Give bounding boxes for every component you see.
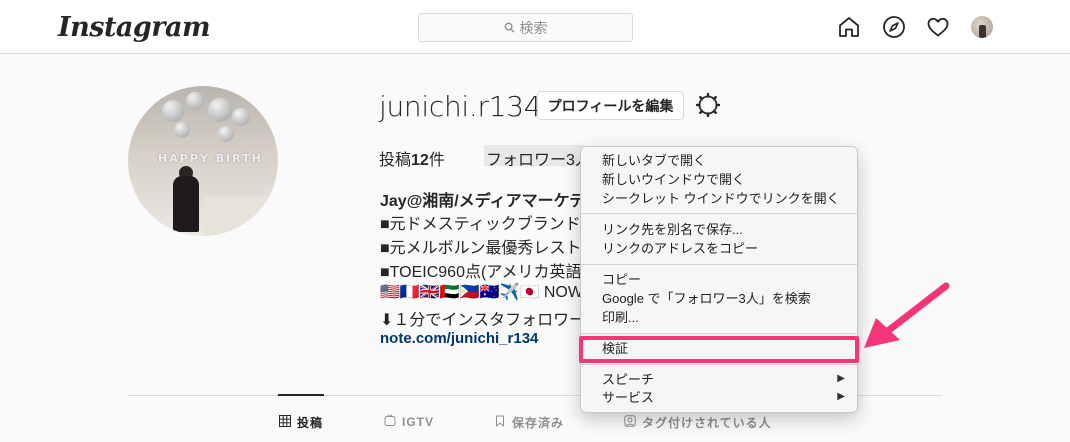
photo-bed (203, 196, 278, 236)
top-navigation-bar: Instagram 検索 (0, 0, 1070, 54)
menu-separator (581, 364, 857, 365)
balloon-decoration (174, 122, 190, 138)
bio-line: ⬇︎１分でインスタフォロワー (380, 312, 580, 329)
posts-label: 投稿 (379, 152, 412, 169)
menu-item-speech[interactable]: スピーチ (602, 370, 842, 389)
menu-separator (581, 213, 857, 214)
inspect-highlight-box (579, 336, 859, 363)
context-menu: 新しいタブで開く 新しいウインドウで開く シークレット ウインドウでリンクを開く… (580, 146, 858, 413)
grid-icon (279, 415, 291, 430)
bio-website-link[interactable]: note.com/junichi_r134 (380, 330, 538, 347)
menu-item-open-new-window[interactable]: 新しいウインドウで開く (602, 170, 745, 189)
tab-label: IGTV (402, 414, 435, 429)
search-placeholder: 検索 (519, 19, 548, 36)
menu-item-search-google[interactable]: Google で「フォロワー3人」を検索 (602, 289, 811, 308)
search-icon (504, 20, 515, 36)
menu-separator (581, 264, 857, 265)
home-icon[interactable] (837, 15, 861, 39)
menu-item-copy-link-address[interactable]: リンクのアドレスをコピー (602, 239, 758, 258)
active-tab-indicator (278, 394, 324, 396)
balloon-decoration (232, 108, 250, 126)
menu-item-open-incognito[interactable]: シークレット ウインドウでリンクを開く (602, 189, 840, 208)
menu-item-print[interactable]: 印刷... (602, 308, 639, 327)
photo-person (173, 176, 199, 232)
edit-profile-button[interactable]: プロフィールを編集 (537, 91, 684, 120)
tab-saved[interactable]: 保存済み (494, 414, 564, 431)
tab-label: 投稿 (297, 416, 324, 430)
profile-avatar[interactable]: HAPPY BIRTH (128, 86, 278, 236)
menu-item-copy[interactable]: コピー (602, 270, 641, 289)
menu-item-label: サービス (602, 390, 655, 405)
bio-line: ■TOEIC960点(アメリカ英語 (380, 264, 580, 281)
menu-separator (581, 333, 857, 334)
settings-gear-icon[interactable] (695, 92, 721, 118)
followers-link[interactable]: フォロワー3人 (484, 145, 584, 166)
activity-heart-icon[interactable] (926, 15, 950, 39)
tagged-person-icon (624, 415, 636, 430)
balloon-decoration (208, 98, 232, 122)
menu-item-open-new-tab[interactable]: 新しいタブで開く (602, 151, 706, 170)
igtv-icon (384, 414, 396, 429)
tab-posts[interactable]: 投稿 (279, 414, 323, 431)
bio-line: 🇺🇸🇫🇷🇬🇧🇦🇪🇵🇭🇦🇺✈️🇯🇵 NOW (380, 284, 580, 301)
posts-number: 12 (411, 152, 429, 169)
bio-line: ■元ドメスティックブランド (380, 216, 580, 233)
tab-igtv[interactable]: IGTV (384, 414, 434, 429)
bio-full-name: Jay@湘南/メディアマーケテ (380, 193, 580, 210)
tab-tagged[interactable]: タグ付けされている人 (624, 414, 772, 431)
submenu-arrow-icon: ▶ (837, 391, 845, 402)
profile-avatar-small[interactable] (971, 16, 993, 38)
balloon-decoration (218, 126, 234, 142)
profile-username: junichi.r134 (379, 90, 542, 123)
balloon-decoration (186, 92, 204, 110)
tab-label: タグ付けされている人 (642, 416, 772, 430)
photo-banner-lettering: HAPPY BIRTH (158, 152, 263, 165)
balloon-decoration (162, 100, 184, 122)
search-input[interactable]: 検索 (418, 13, 633, 42)
menu-item-label: スピーチ (602, 372, 655, 387)
pointer-arrow-icon (864, 282, 950, 348)
bio-line: ■元メルボルン最優秀レスト (380, 240, 580, 257)
posts-suffix: 件 (428, 152, 445, 169)
posts-count: 投稿12件 (379, 146, 445, 170)
bookmark-icon (494, 415, 506, 430)
menu-item-save-link-as[interactable]: リンク先を別名で保存... (602, 220, 743, 239)
explore-icon[interactable] (882, 15, 906, 39)
submenu-arrow-icon: ▶ (837, 373, 845, 384)
tab-label: 保存済み (512, 416, 565, 430)
instagram-logo[interactable]: Instagram (58, 12, 211, 43)
menu-item-services[interactable]: サービス (602, 388, 842, 407)
